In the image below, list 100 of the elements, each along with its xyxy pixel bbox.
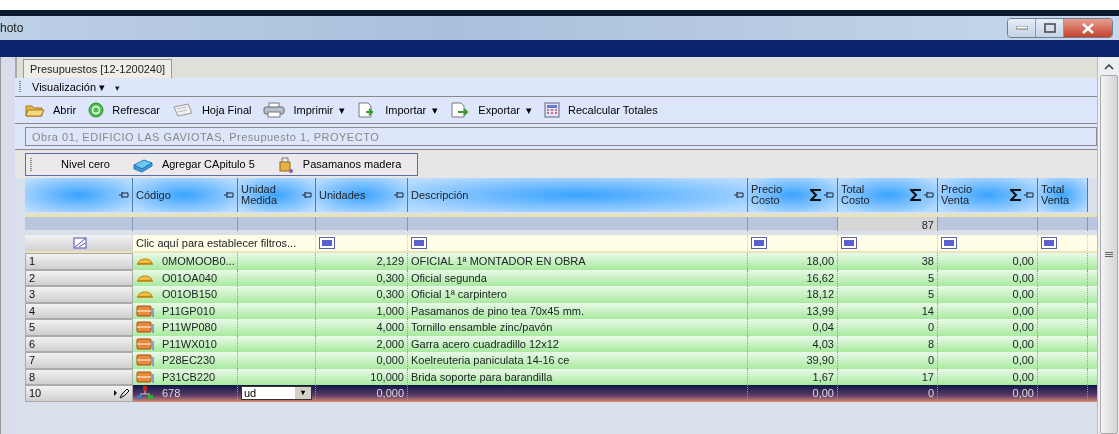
toolbar-button[interactable]: Recalcular Totales	[540, 101, 662, 119]
table-cell-text: 0,00	[1012, 287, 1034, 302]
printer-icon	[263, 102, 286, 118]
table-cell-text: 18,12	[806, 287, 834, 302]
column-header[interactable]: Código	[133, 178, 238, 212]
column-header[interactable]: Total Costo	[838, 178, 938, 212]
grip-icon	[19, 81, 22, 93]
close-button[interactable]	[1064, 19, 1112, 37]
table-cell-text: 17	[921, 369, 934, 385]
table-cell-text: 16,62	[806, 270, 834, 286]
table-row[interactable]: 1 0MOMOOB0... 2,129 OFICIAL 1ª MONTADOR EN OBRA 18,00 38 0,00	[25, 253, 1097, 270]
table-cell-text: 0,00	[1012, 254, 1034, 269]
table-cell-text: P31CB220	[162, 369, 216, 385]
table-cell-text: 0,000	[376, 353, 404, 368]
pin-icon[interactable]	[824, 191, 834, 199]
table-cell-text: 10,000	[370, 369, 404, 385]
table-cell-text: 0,300	[376, 270, 404, 286]
toolbar-button[interactable]: Refrescar	[84, 101, 164, 119]
pin-icon[interactable]	[734, 191, 744, 199]
column-header[interactable]: Precio Costo	[748, 178, 838, 212]
table-cell-text: 0	[927, 353, 934, 368]
toolbar-button[interactable]: Hoja Final	[167, 101, 256, 119]
breadcrumb-button[interactable]: Nivel cero	[43, 156, 116, 173]
sigma-icon[interactable]	[1010, 189, 1022, 201]
overflow-caret-icon[interactable]: ▾	[115, 82, 121, 96]
row-number: 7	[29, 353, 36, 368]
filter-toggle[interactable]	[1041, 237, 1057, 249]
filter-toggle[interactable]	[411, 237, 427, 249]
table-row[interactable]: 3 O01OB150 0,300 Oficial 1ª carpintero 18,12 5 0,00	[25, 286, 1097, 303]
toolbar-button[interactable]: Imprimir ▾	[259, 101, 350, 119]
row-number: 4	[29, 303, 36, 319]
table-cell-text: Oficial 1ª carpintero	[411, 287, 507, 302]
table-cell-text: 38	[921, 254, 934, 269]
column-header[interactable]: Unidad Medida	[238, 178, 316, 212]
export-icon	[450, 102, 471, 118]
table-cell-text: 0,00	[1012, 336, 1034, 352]
column-header[interactable]: Total Venta	[1038, 178, 1088, 212]
table-cell-text: 5	[927, 270, 934, 286]
summary-total: 87	[838, 217, 938, 231]
breadcrumb-button[interactable]: Pasamanos madera	[270, 155, 408, 174]
table-cell-text: 4,000	[376, 320, 404, 335]
toolbar-button[interactable]: Exportar ▾	[446, 101, 537, 119]
pin-icon[interactable]	[394, 191, 404, 199]
table-cell-text: 4,03	[812, 336, 834, 352]
pin-icon[interactable]	[224, 191, 234, 199]
filter-icon[interactable]	[73, 237, 87, 249]
scrollbar-thumb[interactable]	[1099, 75, 1118, 434]
table-cell-text: 0,000	[376, 386, 404, 401]
column-header[interactable]: Unidades	[316, 178, 408, 212]
filter-toggle[interactable]	[941, 237, 957, 249]
table-cell-text: 0,00	[1012, 320, 1034, 335]
table-cell-text: 0	[927, 320, 934, 335]
pin-icon[interactable]	[302, 191, 312, 199]
table-row[interactable]: 10 678 ud ▾ 0,000 0,00 0 0,00	[25, 385, 1097, 402]
scroll-up-icon[interactable]	[1103, 63, 1114, 71]
table-cell-text: 14	[921, 303, 934, 319]
close-icon	[1081, 22, 1095, 34]
toolbar-button[interactable]: Abrir	[21, 101, 81, 119]
table-cell-text: 0,00	[1012, 369, 1034, 385]
filter-toggle[interactable]	[751, 237, 767, 249]
breadcrumb-button[interactable]: Agregar CApitulo 5	[125, 156, 261, 173]
table-cell-text: 2,000	[376, 336, 404, 352]
table-row[interactable]: 7 P28EC230 0,000 Koelreuteria paniculata 14-16 ce 39,90 0 0,00	[25, 352, 1097, 369]
layers-icon	[131, 156, 154, 173]
table-cell-text: O01OA040	[162, 270, 218, 286]
table-cell-text: 8	[927, 336, 934, 352]
crate-icon	[136, 303, 154, 318]
table-cell-text: 678	[162, 386, 181, 401]
table-cell-text: 5	[927, 287, 934, 302]
table-cell-text: 1,67	[812, 369, 834, 385]
row-number: 3	[29, 287, 36, 302]
column-header[interactable]: Precio Venta	[938, 178, 1038, 212]
folder-icon	[25, 103, 45, 117]
crate-icon	[136, 320, 154, 335]
tab[interactable]: Presupuestos [12-1200240]	[23, 59, 173, 78]
sheet-icon	[171, 102, 194, 118]
row-number: 1	[29, 254, 36, 269]
pin-icon[interactable]	[924, 191, 934, 199]
table-cell-text: Oficial segunda	[411, 270, 487, 286]
view-menu[interactable]: Visualización ▾	[28, 78, 110, 96]
hard-hat-icon	[136, 289, 154, 300]
column-header[interactable]	[25, 178, 133, 212]
pin-icon[interactable]	[1024, 191, 1034, 199]
unit-dropdown[interactable]: ud ▾	[241, 386, 312, 401]
row-number: 10	[29, 386, 42, 401]
table-row[interactable]: 5 P11WP080 4,000 Tornillo ensamble zinc/pavón 0,04 0 0,00	[25, 319, 1097, 336]
pin-icon[interactable]	[119, 191, 129, 199]
sigma-icon[interactable]	[810, 189, 822, 201]
filter-prompt[interactable]: Clic aquí para establecer filtros...	[133, 235, 316, 251]
refresh-icon	[88, 102, 105, 118]
filter-toggle[interactable]	[319, 237, 335, 249]
column-header[interactable]: Descripción	[408, 178, 748, 212]
table-cell-text: 18,00	[806, 254, 834, 269]
crate-icon	[136, 369, 154, 384]
toolbar-button[interactable]: Importar ▾	[353, 101, 443, 119]
filter-toggle[interactable]	[841, 237, 857, 249]
table-cell-text: Tornillo ensamble zinc/pavón	[411, 320, 553, 335]
sigma-icon[interactable]	[910, 189, 922, 201]
maximize-button[interactable]	[1036, 19, 1064, 37]
table-cell-text: P11WP080	[162, 320, 217, 335]
